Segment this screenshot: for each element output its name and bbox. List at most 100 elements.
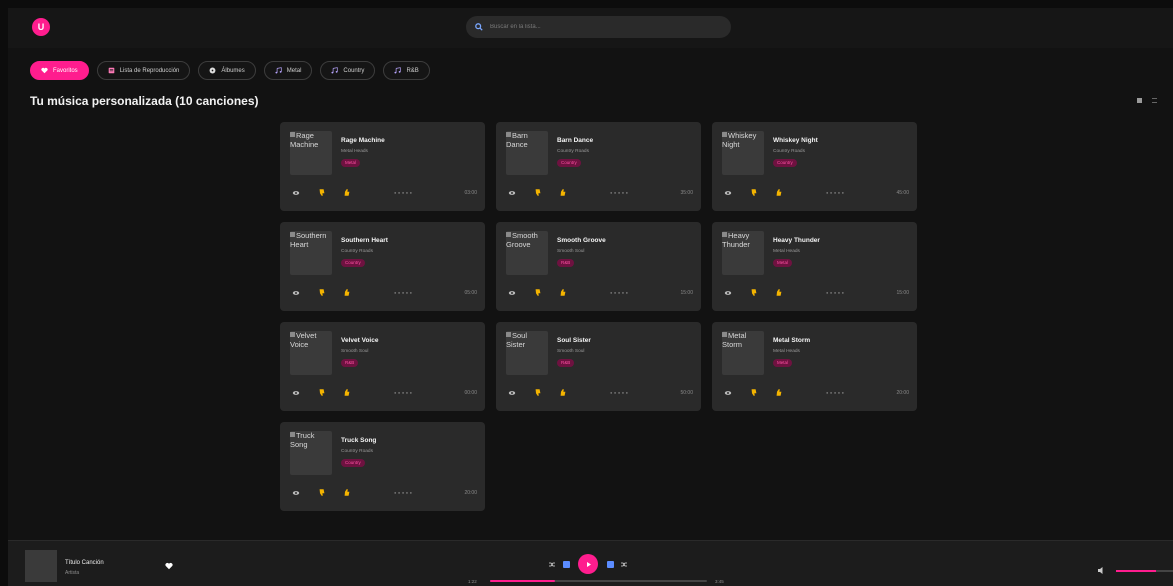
eye-icon[interactable] (292, 489, 300, 497)
user-avatar[interactable]: U (32, 18, 50, 36)
album-cover: Rage Machine (290, 131, 332, 175)
repeat-icon[interactable] (620, 560, 628, 568)
eye-icon[interactable] (292, 189, 300, 197)
star-rating[interactable]: ●●●●● (826, 290, 846, 295)
tab-label: Álbumes (221, 67, 245, 74)
eye-icon[interactable] (724, 189, 732, 197)
thumbs-down-icon[interactable] (750, 188, 758, 197)
album-cover: Southern Heart (290, 231, 332, 275)
genre-badge: R&B (557, 259, 575, 267)
thumbs-down-icon[interactable] (750, 288, 758, 297)
song-card[interactable]: Smooth Groove Smooth Groove Smooth Soul … (496, 222, 701, 311)
song-artist: Country Roads (341, 249, 373, 254)
genre-badge: Country (341, 259, 365, 267)
thumbs-down-icon[interactable] (318, 488, 326, 497)
genre-badge: Country (557, 159, 581, 167)
album-cover: Smooth Groove (506, 231, 548, 275)
card-actions: ●●●●● 15:00 (724, 288, 909, 298)
thumbs-up-icon[interactable] (559, 188, 567, 197)
thumbs-up-icon[interactable] (343, 188, 351, 197)
star-rating[interactable]: ●●●●● (610, 290, 630, 295)
card-actions: ●●●●● 20:00 (292, 488, 477, 498)
heart-icon[interactable] (165, 562, 173, 570)
eye-icon[interactable] (508, 189, 516, 197)
play-button[interactable] (578, 554, 598, 574)
eye-icon[interactable] (724, 389, 732, 397)
volume-fill (1116, 570, 1156, 572)
cover-alt-text: Southern Heart (290, 231, 327, 249)
song-duration: 50:00 (680, 390, 693, 396)
album-cover: Truck Song (290, 431, 332, 475)
star-rating[interactable]: ●●●●● (610, 190, 630, 195)
tab-metal[interactable]: Metal (263, 61, 313, 80)
card-actions: ●●●●● 15:00 (508, 288, 693, 298)
thumbs-down-icon[interactable] (750, 388, 758, 397)
star-rating[interactable]: ●●●●● (826, 190, 846, 195)
thumbs-down-icon[interactable] (534, 388, 542, 397)
previous-icon[interactable] (562, 560, 570, 568)
tab-favoritos[interactable]: Favoritos (30, 61, 89, 80)
song-card[interactable]: Metal Storm Metal Storm Metal Heads Meta… (712, 322, 917, 411)
broken-image-icon (290, 432, 295, 437)
now-playing-cover (25, 550, 57, 582)
thumbs-up-icon[interactable] (343, 488, 351, 497)
card-actions: ●●●●● 05:00 (292, 288, 477, 298)
shuffle-icon[interactable] (548, 560, 556, 568)
song-artist: Country Roads (773, 149, 805, 154)
eye-icon[interactable] (292, 389, 300, 397)
search-bar[interactable] (466, 16, 731, 38)
thumbs-up-icon[interactable] (559, 288, 567, 297)
song-duration: 15:00 (680, 290, 693, 296)
eye-icon[interactable] (724, 289, 732, 297)
thumbs-up-icon[interactable] (343, 288, 351, 297)
star-rating[interactable]: ●●●●● (826, 390, 846, 395)
song-title: Whiskey Night (773, 137, 818, 144)
tab-rnb[interactable]: R&B (383, 61, 430, 80)
progress-bar[interactable] (490, 580, 707, 582)
volume-slider[interactable] (1116, 570, 1173, 572)
broken-image-icon (722, 332, 727, 337)
eye-icon[interactable] (508, 389, 516, 397)
song-artist: Metal Heads (773, 349, 800, 354)
song-card[interactable]: Truck Song Truck Song Country Roads Coun… (280, 422, 485, 511)
thumbs-up-icon[interactable] (343, 388, 351, 397)
song-card[interactable]: Southern Heart Southern Heart Country Ro… (280, 222, 485, 311)
tab-label: Lista de Reproducción (119, 67, 180, 74)
thumbs-down-icon[interactable] (318, 188, 326, 197)
star-rating[interactable]: ●●●●● (394, 290, 414, 295)
thumbs-up-icon[interactable] (775, 388, 783, 397)
thumbs-up-icon[interactable] (775, 288, 783, 297)
thumbs-down-icon[interactable] (534, 188, 542, 197)
thumbs-down-icon[interactable] (318, 288, 326, 297)
thumbs-up-icon[interactable] (775, 188, 783, 197)
star-rating[interactable]: ●●●●● (394, 490, 414, 495)
song-card[interactable]: Whiskey Night Whiskey Night Country Road… (712, 122, 917, 211)
eye-icon[interactable] (508, 289, 516, 297)
thumbs-down-icon[interactable] (318, 388, 326, 397)
thumbs-up-icon[interactable] (559, 388, 567, 397)
tab-country[interactable]: Country (320, 61, 376, 80)
star-rating[interactable]: ●●●●● (394, 390, 414, 395)
song-card[interactable]: Barn Dance Barn Dance Country Roads Coun… (496, 122, 701, 211)
volume-icon[interactable] (1098, 567, 1106, 574)
list-icon (108, 67, 114, 74)
song-card[interactable]: Soul Sister Soul Sister Smooth Soul R&B … (496, 322, 701, 411)
star-rating[interactable]: ●●●●● (610, 390, 630, 395)
thumbs-down-icon[interactable] (534, 288, 542, 297)
now-playing-artist: Artista (65, 570, 80, 576)
song-card[interactable]: Velvet Voice Velvet Voice Smooth Soul R&… (280, 322, 485, 411)
search-input[interactable] (488, 23, 712, 31)
album-cover: Metal Storm (722, 331, 764, 375)
song-card[interactable]: Heavy Thunder Heavy Thunder Metal Heads … (712, 222, 917, 311)
next-icon[interactable] (606, 560, 614, 568)
star-rating[interactable]: ●●●●● (394, 190, 414, 195)
eye-icon[interactable] (292, 289, 300, 297)
list-view-icon[interactable] (1152, 98, 1157, 103)
song-card[interactable]: Rage Machine Rage Machine Metal Heads Me… (280, 122, 485, 211)
app-window: U Favoritos Lista de Reproducción Álbume… (8, 8, 1173, 586)
player-bar: Título Canción Artista 1:22 3:45 (8, 540, 1173, 586)
tab-albumes[interactable]: Álbumes (198, 61, 256, 80)
genre-badge: Metal (341, 159, 361, 167)
tab-lista-reproduccion[interactable]: Lista de Reproducción (96, 61, 191, 80)
grid-view-icon[interactable] (1137, 98, 1142, 103)
